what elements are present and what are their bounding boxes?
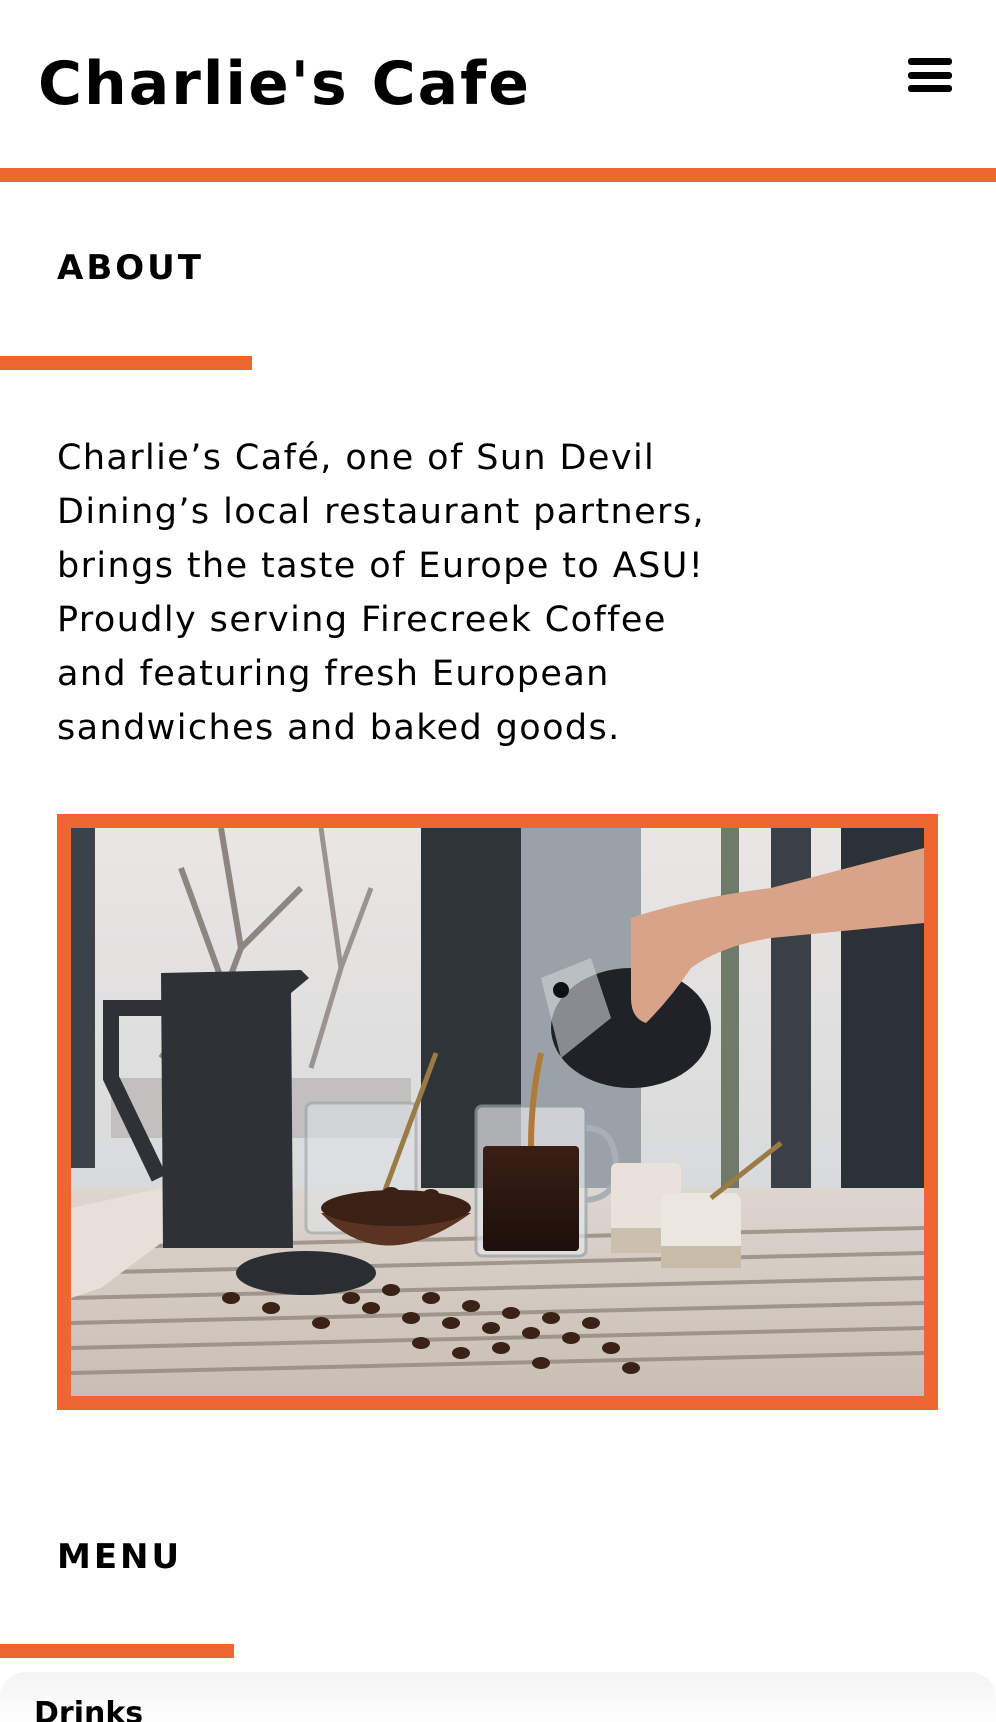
coffee-photo-frame [57,814,938,1410]
hamburger-menu-icon[interactable] [904,52,956,98]
menu-bar-middle [908,71,952,79]
about-line: Proudly serving Firecreek Coffee [57,600,667,640]
about-line: brings the taste of Europe to ASU! [57,546,705,586]
menu-heading: MENU [57,1537,183,1577]
about-heading: ABOUT [57,248,204,288]
site-title[interactable]: Charlie's Cafe [38,48,531,120]
menu-bar-top [908,58,952,65]
about-line: Dining’s local restaurant partners, [57,492,705,532]
about-description: Charlie’s Café, one of Sun Devil Dining’… [57,431,757,755]
about-heading-underline [0,356,252,370]
about-line: Charlie’s Café, one of Sun Devil [57,438,656,478]
about-line: sandwiches and baked goods. [57,708,621,748]
drinks-category-label[interactable]: Drinks [34,1696,143,1722]
drinks-category-panel[interactable] [0,1672,996,1722]
menu-bar-bottom [908,85,952,92]
site-header: Charlie's Cafe [0,0,996,170]
coffee-pour-photo [71,828,924,1396]
menu-heading-underline [0,1644,234,1658]
header-divider [0,168,996,182]
about-line: and featuring fresh European [57,654,610,694]
